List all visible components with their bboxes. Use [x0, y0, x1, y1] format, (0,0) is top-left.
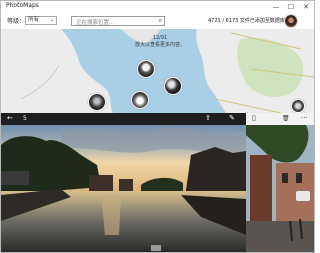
close-button[interactable]: ✕ — [299, 1, 313, 13]
rating-filter-select[interactable]: 所有 ⌄ — [25, 16, 57, 25]
map-zoom-tip: 12/91 放大以查看更多内容。 — [132, 35, 188, 49]
search-input[interactable]: 正在搜索位置... ⌕ — [71, 16, 165, 26]
map-photo-cluster[interactable] — [131, 91, 149, 109]
search-icon[interactable]: ⌕ — [159, 17, 162, 25]
more-icon[interactable]: ··· — [301, 114, 308, 122]
phone-icon[interactable]: ▯ — [252, 114, 256, 122]
delete-icon[interactable]: 🗑 — [282, 115, 290, 122]
side-panel: ▯ 🗑 ··· — [246, 113, 314, 252]
maximize-button[interactable]: ☐ — [284, 1, 298, 13]
app-window: PhotoMaps — ☐ ✕ 等级： 所有 ⌄ 正在搜索位置... ⌕ 472… — [0, 0, 315, 253]
map-photo-cluster[interactable] — [164, 77, 182, 95]
chevron-down-icon: ⌄ — [49, 17, 54, 23]
toolbar: 等级： 所有 ⌄ 正在搜索位置... ⌕ 4721 / 6173 文件已添加至数… — [1, 13, 314, 29]
title-bar: PhotoMaps — ☐ ✕ — [1, 1, 314, 13]
side-windows-2 — [296, 173, 302, 183]
map-tip-count: 12/91 — [152, 35, 168, 41]
back-icon[interactable]: ← — [7, 114, 13, 122]
side-windows — [282, 173, 288, 183]
filter-label: 等级： — [7, 18, 26, 25]
photo-buoy — [151, 245, 161, 251]
minimize-button[interactable]: — — [269, 1, 283, 13]
photo-building-right — [185, 147, 246, 197]
side-house-left — [250, 155, 272, 225]
search-placeholder: 正在搜索位置... — [76, 20, 115, 26]
side-car — [296, 191, 310, 201]
avatar[interactable] — [284, 14, 298, 28]
app-title: PhotoMaps — [6, 2, 39, 9]
photo-viewer: ← 5 ⇪ ✎ — [1, 113, 246, 252]
main-photo[interactable] — [1, 125, 246, 252]
side-photo[interactable] — [246, 125, 314, 252]
map-photo-cluster[interactable] — [137, 60, 155, 78]
map-view[interactable]: 12/91 放大以查看更多内容。 — [1, 29, 314, 113]
viewer-toolbar: ← 5 ⇪ ✎ — [1, 113, 246, 125]
photo-counter: 5 — [23, 115, 27, 122]
edit-icon[interactable]: ✎ — [229, 114, 235, 122]
rating-filter-value: 所有 — [28, 17, 40, 23]
status-text: 4721 / 6173 文件已添加至数据库。 — [208, 18, 290, 24]
photo-houses — [1, 171, 29, 185]
map-photo-cluster[interactable] — [88, 93, 106, 111]
side-street — [246, 221, 314, 252]
map-tip-message: 放大以查看更多内容。 — [134, 42, 185, 48]
map-photo-cluster[interactable] — [291, 99, 305, 113]
side-toolbar: ▯ 🗑 ··· — [246, 113, 314, 125]
share-icon[interactable]: ⇪ — [205, 114, 211, 122]
